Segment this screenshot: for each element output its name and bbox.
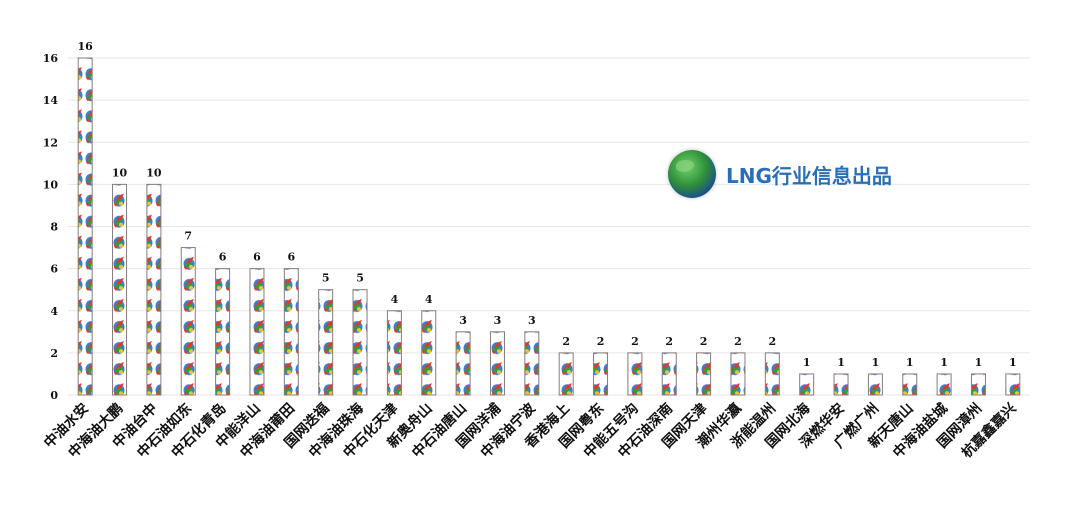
bar xyxy=(936,373,952,396)
y-tick-label: 0 xyxy=(50,389,58,402)
bar xyxy=(421,310,437,396)
data-label: 3 xyxy=(528,314,536,327)
data-label: 3 xyxy=(494,314,502,327)
bar xyxy=(696,352,712,396)
data-label: 6 xyxy=(253,251,261,264)
data-label: 1 xyxy=(1009,356,1017,369)
bar xyxy=(558,352,574,396)
bar xyxy=(146,183,162,396)
data-label: 1 xyxy=(872,356,880,369)
bar xyxy=(661,352,677,396)
data-label: 10 xyxy=(146,166,162,179)
data-label: 1 xyxy=(837,356,845,369)
bar xyxy=(77,57,93,396)
y-tick-label: 2 xyxy=(50,347,58,360)
y-tick-label: 4 xyxy=(50,305,58,318)
data-label: 7 xyxy=(184,230,192,243)
bar xyxy=(593,352,609,396)
globe-icon xyxy=(668,150,716,198)
bar xyxy=(455,331,471,396)
bar xyxy=(524,331,540,396)
y-tick-label: 6 xyxy=(50,263,58,276)
bar xyxy=(180,247,196,396)
data-label: 6 xyxy=(219,251,227,264)
bar xyxy=(902,373,918,396)
bar xyxy=(489,331,505,396)
bar xyxy=(730,352,746,396)
bar xyxy=(867,373,883,396)
bar xyxy=(112,183,128,396)
data-label: 1 xyxy=(975,356,983,369)
bar xyxy=(1005,373,1021,396)
y-tick-label: 10 xyxy=(43,178,59,191)
data-label: 2 xyxy=(768,335,776,348)
chart-canvas: 024681012141616中油水安10中海油大鹏10中油台中7中石油如东6中… xyxy=(40,40,1030,461)
y-tick-label: 14 xyxy=(43,94,59,107)
data-label: 10 xyxy=(112,166,128,179)
bar xyxy=(833,373,849,396)
data-label: 4 xyxy=(391,293,399,306)
data-label: 16 xyxy=(78,40,94,53)
bar xyxy=(799,373,815,396)
bar xyxy=(215,268,231,396)
data-label: 2 xyxy=(734,335,742,348)
data-label: 1 xyxy=(906,356,914,369)
watermark-text: LNG行业信息出品 xyxy=(726,163,892,188)
bar xyxy=(970,373,986,396)
bar xyxy=(627,352,643,396)
data-label: 2 xyxy=(700,335,708,348)
bar xyxy=(249,268,265,396)
data-label: 3 xyxy=(459,314,467,327)
data-label: 1 xyxy=(803,356,811,369)
bar xyxy=(318,289,334,396)
data-label: 5 xyxy=(322,272,330,285)
y-tick-label: 8 xyxy=(50,221,58,234)
data-label: 2 xyxy=(631,335,639,348)
bar xyxy=(386,310,402,396)
data-label: 2 xyxy=(562,335,570,348)
y-tick-label: 16 xyxy=(43,52,59,65)
bar xyxy=(352,289,368,396)
bar xyxy=(283,268,299,396)
data-label: 5 xyxy=(356,272,364,285)
data-label: 6 xyxy=(287,251,295,264)
y-tick-label: 12 xyxy=(43,136,58,149)
bar xyxy=(764,352,780,396)
data-label: 1 xyxy=(940,356,948,369)
bar-chart: 0 2 4 6 8 10 12 14 16 16 中油水安 10 中海油大鹏 10 中油台中 7 中石油如东 6 中… xyxy=(0,0,1080,509)
data-label: 4 xyxy=(425,293,433,306)
data-label: 2 xyxy=(665,335,673,348)
watermark: LNG行业信息出品 xyxy=(668,150,892,198)
data-label: 2 xyxy=(597,335,605,348)
